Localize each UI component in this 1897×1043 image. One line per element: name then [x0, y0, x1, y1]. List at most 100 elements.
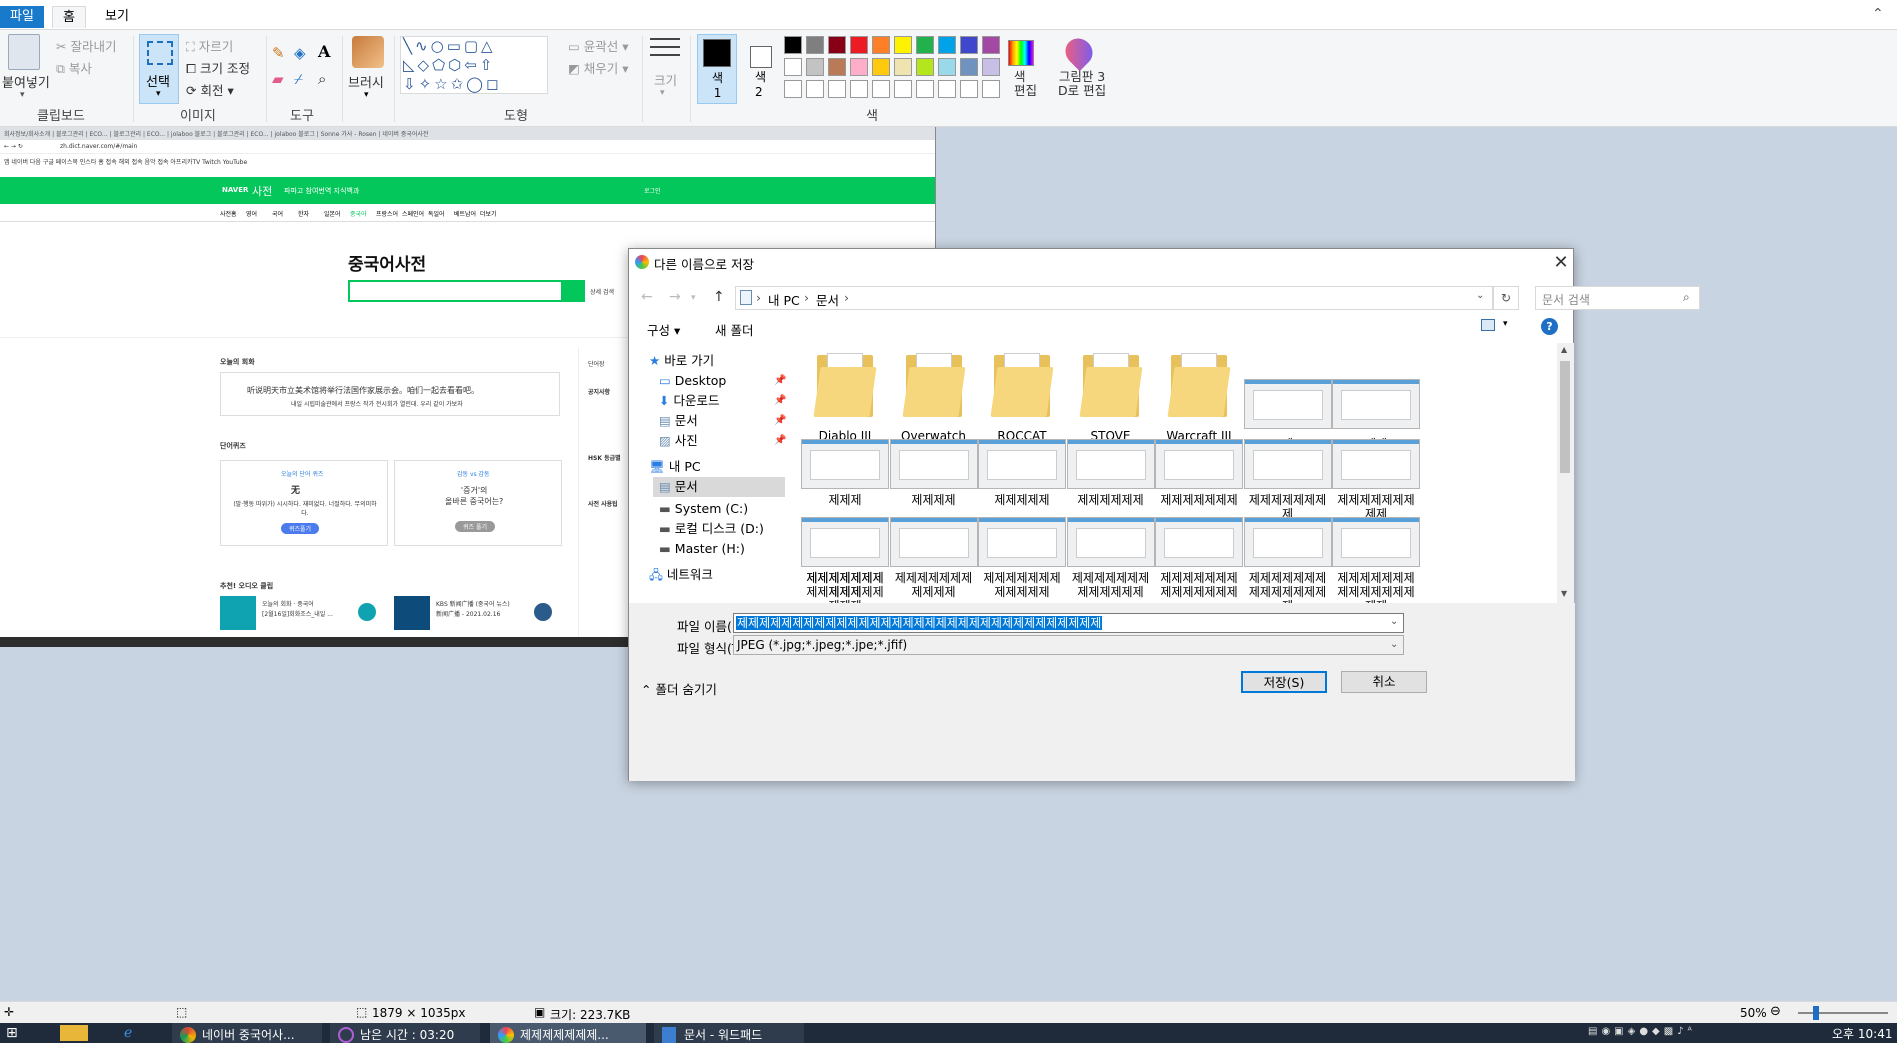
color-swatch[interactable] [982, 36, 1000, 54]
cancel-button[interactable]: 취소 [1341, 671, 1427, 693]
magnifier-icon[interactable]: ⌕ [318, 70, 326, 88]
breadcrumb-mypc[interactable]: 내 PC [768, 290, 800, 309]
color-swatch[interactable] [784, 36, 802, 54]
rotate-button[interactable]: ⟳ 회전 ▾ [186, 80, 234, 99]
paste-dropdown-icon[interactable]: ▾ [20, 90, 25, 100]
file-item[interactable]: 제 [1243, 351, 1332, 451]
zoom-slider-thumb[interactable] [1813, 1006, 1819, 1020]
color-swatch[interactable] [850, 58, 868, 76]
nav-desktop[interactable]: ▭ Desktop 📌 [659, 371, 786, 391]
color-swatch[interactable] [938, 36, 956, 54]
taskbar-item-timer[interactable]: 남은 시간 : 03:20 [330, 1023, 480, 1043]
file-item[interactable]: Diablo III [801, 351, 889, 443]
paint3d-icon[interactable] [1059, 32, 1099, 72]
chevron-down-icon[interactable]: ⌄ [1390, 616, 1398, 627]
file-item[interactable]: 제제제제제제제제제제제제제 [1066, 517, 1155, 599]
zoom-slider[interactable] [1798, 1012, 1888, 1014]
forward-icon[interactable]: → [669, 289, 681, 305]
color-swatch[interactable] [784, 58, 802, 76]
file-item[interactable]: 제제제제제제제제제제제제제제제제 [1332, 517, 1420, 603]
color-swatch[interactable] [872, 80, 890, 98]
color-swatch[interactable] [806, 58, 824, 76]
paint3d-button[interactable]: 그림판 3 D로 편집 [1058, 70, 1106, 98]
file-item[interactable]: Warcraft III [1155, 351, 1243, 443]
size-icon[interactable] [650, 38, 680, 62]
file-item[interactable]: STOVE [1067, 351, 1155, 443]
cut-button[interactable]: ✂ 잘라내기 [56, 36, 116, 55]
color-swatch[interactable] [960, 80, 978, 98]
windows-start-icon[interactable]: ⊞ [6, 1025, 18, 1041]
tray-icons[interactable]: ▤◉▣◈●◆▩♪ᴬ [1588, 1026, 1696, 1037]
recent-dropdown-icon[interactable]: ▾ [691, 293, 696, 303]
taskbar-item-chrome[interactable]: 네이버 중국어사... [172, 1023, 322, 1043]
nav-downloads[interactable]: ⬇ 다운로드 📌 [659, 391, 786, 411]
nav-mypc[interactable]: 🖥 내 PC [649, 457, 701, 477]
refresh-icon[interactable]: ↻ [1493, 286, 1519, 310]
file-item[interactable]: 제제제제제제제제 [1243, 439, 1332, 521]
filename-field[interactable]: 제제제제제제제제제제제제제제제제제제제제제제제제제제제제제제제제제 ⌄ [733, 613, 1404, 633]
color-swatch[interactable] [872, 58, 890, 76]
nav-documents[interactable]: ▤ 문서 📌 [659, 411, 786, 431]
new-folder-button[interactable]: 새 폴더 [715, 320, 753, 339]
file-item[interactable]: 제제제제 [889, 439, 978, 507]
address-bar[interactable]: › 내 PC › 문서 › ⌄ [735, 286, 1493, 310]
nav-drive-c[interactable]: ▬ System (C:) [659, 499, 748, 519]
tab-home[interactable]: 홈 [52, 6, 86, 28]
color-swatch[interactable] [872, 36, 890, 54]
file-item[interactable]: 제제제 [801, 439, 889, 507]
fill-icon[interactable]: ◈ [294, 44, 306, 62]
chevron-down-icon[interactable]: ▾ [660, 88, 665, 98]
paste-icon[interactable] [8, 34, 40, 70]
file-item[interactable]: 제제제제제제 [1066, 439, 1155, 507]
color-picker-icon[interactable]: ⌿ [294, 70, 303, 88]
file-item[interactable]: 제제제제제 [978, 439, 1066, 507]
tab-view[interactable]: 보기 [95, 6, 139, 28]
color-swatch[interactable] [894, 36, 912, 54]
fill-button[interactable]: ◩ 채우기 ▾ [568, 58, 629, 77]
nav-quick-access[interactable]: ★ 바로 가기 [649, 351, 714, 371]
color-swatch[interactable] [894, 58, 912, 76]
brushes-button[interactable]: 브러시 [348, 72, 384, 91]
select-button[interactable]: 선택 ▾ [139, 34, 179, 104]
nav-mypc-documents[interactable]: ▤ 문서 [653, 477, 785, 497]
file-item[interactable]: 제제 [1332, 351, 1420, 451]
crop-button[interactable]: ⛶ 자르기 [186, 36, 233, 55]
taskbar-item-paint[interactable]: 제제제제제제제... [490, 1023, 646, 1043]
explorer-icon[interactable] [60, 1025, 88, 1041]
color-swatch[interactable] [806, 36, 824, 54]
color-swatch[interactable] [850, 36, 868, 54]
zoom-out-icon[interactable]: ⊖ [1770, 1004, 1781, 1019]
color-swatch[interactable] [916, 80, 934, 98]
scrollbar-thumb[interactable] [1560, 361, 1570, 473]
color2-button[interactable]: 색 2 [743, 34, 779, 104]
save-button[interactable]: 저장(S) [1241, 671, 1327, 693]
up-icon[interactable]: ↑ [713, 289, 725, 305]
brush-icon[interactable] [352, 36, 384, 68]
view-icon[interactable] [1481, 319, 1495, 331]
paste-button[interactable]: 붙여넣기 [2, 72, 50, 91]
edit-colors-button[interactable]: 색 편집 [1014, 70, 1037, 98]
file-list-scrollbar[interactable]: ▲ ▼ [1557, 343, 1574, 603]
color-swatch[interactable] [960, 58, 978, 76]
copy-button[interactable]: ⧉ 복사 [56, 58, 92, 77]
color-swatch[interactable] [916, 36, 934, 54]
color-swatch[interactable] [938, 58, 956, 76]
file-item[interactable]: 제제제제제제제제제 [1332, 439, 1420, 521]
file-item[interactable]: Overwatch [890, 351, 978, 443]
color-swatch[interactable] [916, 58, 934, 76]
text-icon[interactable]: A [318, 42, 330, 61]
color1-button[interactable]: 색 1 [697, 34, 737, 104]
color-swatch[interactable] [982, 58, 1000, 76]
file-item[interactable]: 제제제제제제제제제제제제제제제제제 [801, 517, 889, 603]
nav-drive-h[interactable]: ▬ Master (H:) [659, 539, 745, 559]
nav-pictures[interactable]: ▨ 사진 📌 [659, 431, 786, 451]
organize-button[interactable]: 구성 ▾ [647, 320, 680, 339]
pencil-icon[interactable]: ✎ [272, 44, 285, 62]
close-icon[interactable]: ✕ [1547, 249, 1575, 277]
view-dropdown-icon[interactable]: ▾ [1503, 319, 1508, 329]
file-item[interactable]: 제제제제제제제 [1155, 439, 1243, 507]
color-swatch[interactable] [894, 80, 912, 98]
outline-button[interactable]: ▭ 윤곽선 ▾ [568, 36, 629, 55]
color-swatch[interactable] [938, 80, 956, 98]
color-swatch[interactable] [960, 36, 978, 54]
